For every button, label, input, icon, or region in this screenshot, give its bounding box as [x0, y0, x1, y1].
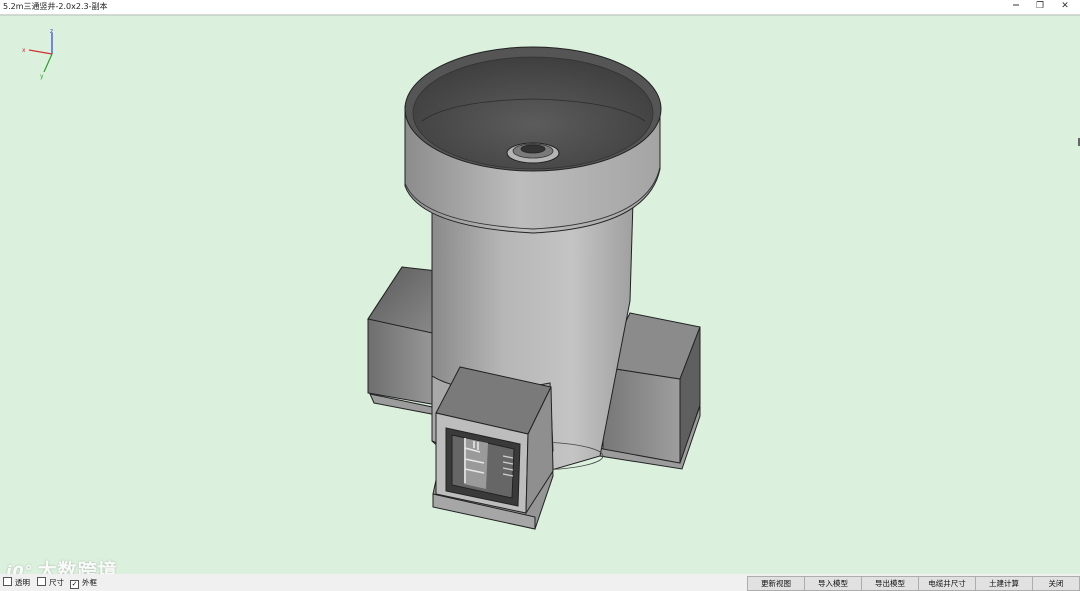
update-view-button[interactable]: 更新视图 — [747, 576, 805, 591]
transparent-label: 透明 — [15, 578, 30, 587]
wireframe-checkbox[interactable]: ✓ 外框 — [70, 577, 97, 589]
y-axis-label: y — [40, 73, 44, 80]
x-axis-label: x — [22, 47, 26, 54]
left-branch-box — [367, 266, 444, 417]
model-canvas[interactable]: z x y — [0, 16, 1080, 574]
axis-triad: z x y — [22, 28, 53, 80]
title-bar: 5.2m三通竖井-2.0x2.3-副本 ❐ ✕ — [0, 0, 1080, 15]
checkmark-icon: ✓ — [70, 580, 79, 589]
civil-calc-button[interactable]: 土建计算 — [975, 576, 1033, 591]
z-axis-label: z — [50, 28, 53, 35]
x-axis-line — [28, 49, 53, 55]
cable-well-size-button[interactable]: 电缆井尺寸 — [918, 576, 976, 591]
close-window-button[interactable]: ✕ — [1053, 0, 1077, 13]
model-viewport[interactable]: z x y — [0, 15, 1080, 575]
bottom-toolbar: 透明 尺寸 ✓ 外框 更新视图 导入模型 导出模型 电缆井尺寸 土建计算 关闭 — [0, 574, 1080, 591]
well-model — [367, 46, 701, 530]
transparent-checkbox[interactable]: 透明 — [3, 577, 30, 588]
window-title: 5.2m三通竖井-2.0x2.3-副本 — [3, 2, 108, 11]
y-axis-line — [43, 53, 53, 73]
minimize-button[interactable] — [1004, 0, 1028, 13]
import-model-button[interactable]: 导入模型 — [804, 576, 862, 591]
export-model-button[interactable]: 导出模型 — [861, 576, 919, 591]
checkbox-box-icon — [3, 577, 12, 586]
wireframe-label: 外框 — [82, 578, 97, 587]
restore-button[interactable]: ❐ — [1028, 0, 1052, 13]
checkbox-box-icon — [37, 577, 46, 586]
dimension-checkbox[interactable]: 尺寸 — [37, 577, 64, 588]
front-branch-box — [432, 366, 554, 530]
dimension-label: 尺寸 — [49, 578, 64, 587]
close-button[interactable]: 关闭 — [1032, 576, 1080, 591]
top-rim — [404, 46, 662, 234]
minimize-icon — [1013, 4, 1019, 6]
